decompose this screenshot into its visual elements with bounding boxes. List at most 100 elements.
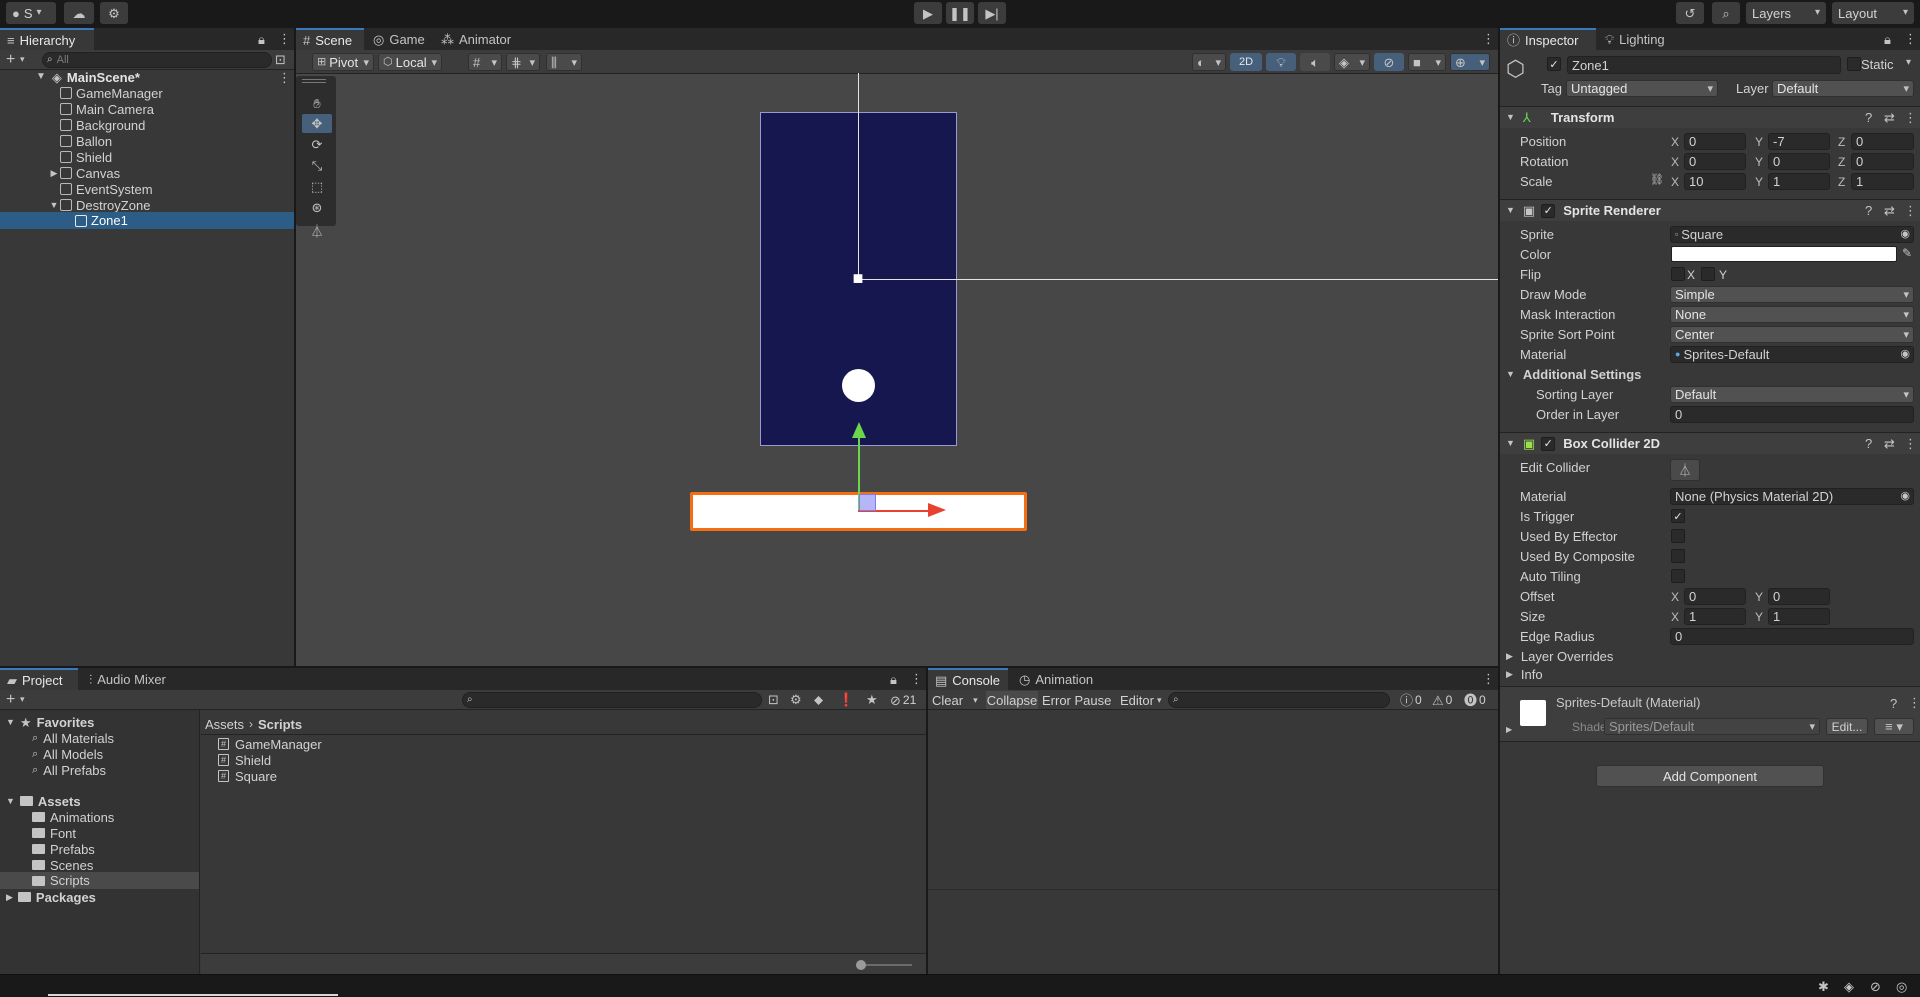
chevron-down-icon[interactable]: ▾ [20,695,25,704]
list-item[interactable]: Background [60,117,145,133]
more-icon[interactable]: ⋮ [910,672,923,685]
hidden-packages-toggle[interactable]: ⊘ 21 [890,693,916,707]
list-item[interactable]: ▼ DestroyZone [48,197,151,213]
link-icon[interactable]: ⛓︎ [1650,175,1664,186]
chevron-down-icon[interactable]: ▼ [48,200,60,210]
order-in-layer-field[interactable]: 0 [1670,406,1914,423]
chevron-right-icon[interactable]: ▶ [1506,726,1512,734]
tab-lighting[interactable]: 💡︎ Lighting [1598,28,1688,50]
visibility-toggle[interactable]: ⊘ [1374,53,1404,71]
scale-x-field[interactable]: 10 [1684,173,1746,190]
preset-icon[interactable]: ⇄ [1884,437,1895,450]
hand-tool-button[interactable]: ✋︎ [302,94,332,113]
tab-scene[interactable]: # Scene [296,28,364,50]
sorting-layer-dropdown[interactable]: Default [1670,386,1914,403]
more-icon[interactable]: ⋮ [1904,111,1917,124]
collapse-toggle[interactable]: Collapse [986,691,1038,709]
chevron-down-icon[interactable]: ▾ [1906,58,1911,68]
hierarchy-search-input[interactable]: ⌕ All [42,52,272,68]
grid-snap-dropdown[interactable]: # [468,53,502,71]
box-collider-header[interactable]: ▼ ▣ ✓ Box Collider 2D ? ⇄ ⋮ [1500,432,1920,454]
position-y-field[interactable]: -7 [1768,133,1830,150]
layers-dropdown[interactable]: Layers ▾ [1746,2,1826,24]
chevron-down-icon[interactable]: ▾ [20,55,25,64]
collab-button[interactable]: ⚙ [100,2,128,24]
list-item[interactable]: ⌕ All Models [32,746,103,762]
add-icon[interactable]: + [6,692,15,708]
tab-game[interactable]: ◎ Game [366,28,430,50]
account-dropdown[interactable]: ● S ▾ [6,2,56,24]
preset-icon[interactable]: ⇄ [1884,204,1895,217]
rotation-z-field[interactable]: 0 [1851,153,1914,170]
draw-mode-dropdown[interactable]: Simple [1670,286,1914,303]
breadcrumb-assets[interactable]: Assets [205,717,244,732]
more-icon[interactable]: ⋮ [1482,32,1495,45]
flip-x-checkbox[interactable] [1671,267,1685,281]
history-button[interactable]: ↺ [1676,2,1704,24]
collab-status-icon[interactable]: ◎ [1896,980,1907,993]
used-by-effector-checkbox[interactable] [1671,529,1685,543]
add-component-button[interactable]: Add Component [1596,765,1824,787]
list-item[interactable]: EventSystem [60,181,153,197]
log-filter-toggle[interactable]: ⓘ 0 [1400,692,1422,708]
list-item[interactable]: Scenes [32,857,93,873]
tab-console[interactable]: ▤ Console [928,668,1008,690]
move-gizmo-x-arrow[interactable] [928,503,946,517]
tab-hierarchy[interactable]: ≡ Hierarchy [0,28,94,50]
active-checkbox[interactable]: ✓ [1547,57,1561,71]
filter-by-type-icon[interactable]: ⚙ [790,693,802,706]
favorites-foldout[interactable]: ▼ ★ Favorites [6,714,94,730]
layout-dropdown[interactable]: Layout ▾ [1832,2,1914,24]
more-icon[interactable]: ⋮ [1904,437,1917,450]
used-by-composite-checkbox[interactable] [1671,549,1685,563]
search-button[interactable]: ⌕ [1712,2,1740,24]
rotation-y-field[interactable]: 0 [1768,153,1830,170]
more-icon[interactable]: ⋮ [1904,204,1917,217]
lighting-toggle[interactable]: 💡︎ [1266,53,1296,71]
sprite-object-field[interactable]: ▫ Square ◉ [1670,226,1914,243]
layer-dropdown[interactable]: Default [1772,80,1914,97]
filter-by-log-icon[interactable]: ❗ [838,693,854,706]
shader-dropdown[interactable]: Sprites/Default [1604,718,1820,735]
scale-z-field[interactable]: 1 [1851,173,1914,190]
help-icon[interactable]: ? [1890,697,1897,710]
flip-y-checkbox[interactable] [1701,267,1715,281]
list-item[interactable]: Shield [60,149,112,165]
audio-toggle[interactable]: 🔈︎ [1300,53,1330,71]
target-icon[interactable]: ◉ [1900,491,1910,502]
tab-project[interactable]: ▰ Project [0,668,78,690]
error-pause-toggle[interactable]: Error Pause [1042,692,1111,708]
more-icon[interactable]: ⋮ [1908,696,1920,709]
local-dropdown[interactable]: ⬡ Local [378,53,442,71]
tag-dropdown[interactable]: Untagged [1566,80,1718,97]
color-swatch[interactable] [1671,246,1897,262]
offset-x-field[interactable]: 0 [1684,588,1746,605]
sprite-renderer-header[interactable]: ▼ ▣ ✓ Sprite Renderer ? ⇄ ⋮ [1500,199,1920,221]
size-y-field[interactable]: 1 [1768,608,1830,625]
hierarchy-scene-row[interactable]: ▼ ◈ MainScene* ⋮ [36,69,294,85]
gizmos-dropdown[interactable]: ⊕ [1450,53,1490,71]
shader-menu-button[interactable]: ≡ ▾ [1874,718,1914,735]
custom-tool-button[interactable]: ⏃ [302,222,332,241]
position-x-field[interactable]: 0 [1684,133,1746,150]
more-icon[interactable]: ⋮ [278,71,291,84]
sprite-renderer-enabled-checkbox[interactable]: ✓ [1541,203,1556,218]
sort-point-dropdown[interactable]: Center [1670,326,1914,343]
additional-settings-foldout[interactable]: ▼ Additional Settings [1506,366,1641,383]
shader-edit-button[interactable]: Edit... [1826,718,1868,735]
position-z-field[interactable]: 0 [1851,133,1914,150]
edit-collider-button[interactable]: ⏃ [1670,459,1700,481]
scene-search-icon[interactable]: ⊡ [275,53,286,66]
help-icon[interactable]: ? [1865,111,1872,124]
play-button[interactable]: ▶ [914,2,942,24]
project-search-input[interactable]: ⌕ [462,692,762,708]
list-item[interactable]: ⌕ All Materials [32,730,114,746]
icon-size-slider-handle[interactable] [856,960,866,970]
scale-y-field[interactable]: 1 [1768,173,1830,190]
list-item[interactable]: GameManager [60,85,163,101]
editor-dropdown[interactable]: Editor ▾ [1120,692,1162,708]
effects-dropdown[interactable]: ◈ [1334,53,1370,71]
offset-y-field[interactable]: 0 [1768,588,1830,605]
chevron-right-icon[interactable]: ▶ [48,168,60,178]
list-item[interactable]: Main Camera [60,101,154,117]
